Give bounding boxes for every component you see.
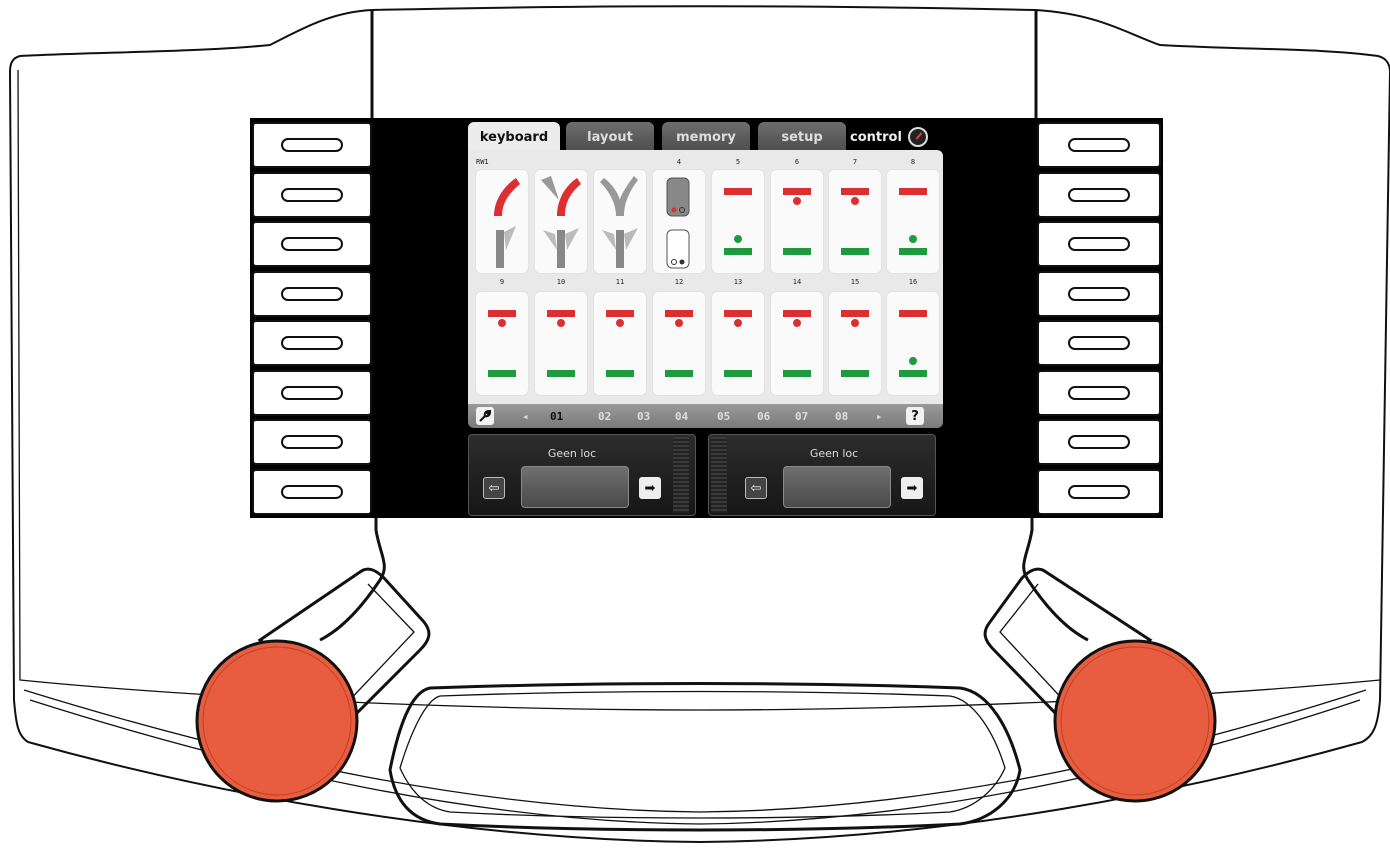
right-side-button-1[interactable] bbox=[1037, 122, 1161, 168]
keyboard-key-signal[interactable] bbox=[829, 170, 881, 273]
loco-speed-bar bbox=[711, 437, 727, 513]
left-side-button-3[interactable] bbox=[252, 221, 372, 267]
keyboard-key-signal[interactable] bbox=[653, 292, 705, 395]
keyboard-key-signal[interactable] bbox=[771, 292, 823, 395]
key-number: 16 bbox=[908, 278, 918, 286]
gauge-icon bbox=[907, 127, 928, 147]
key-number: 4 bbox=[676, 158, 682, 166]
tab-memory[interactable]: memory bbox=[662, 122, 750, 152]
right-side-button-5[interactable] bbox=[1037, 320, 1161, 366]
loco-panel-left: Geen loc ⇦ ➡ bbox=[468, 434, 696, 516]
left-side-button-6[interactable] bbox=[252, 369, 372, 416]
right-side-button-6[interactable] bbox=[1037, 369, 1161, 416]
keyboard-key-turnout-curve[interactable] bbox=[476, 170, 528, 273]
right-side-button-7[interactable] bbox=[1037, 419, 1161, 465]
left-side-button-5[interactable] bbox=[252, 320, 372, 366]
prev-page-button[interactable]: ◂ bbox=[522, 404, 529, 428]
tab-keyboard[interactable]: keyboard bbox=[468, 122, 560, 152]
keyboard-panel: RW1 4 5 6 7 8 9 10 11 12 13 14 15 16 bbox=[468, 150, 943, 404]
keyboard-key-signal[interactable] bbox=[712, 170, 764, 273]
keyboard-key-signal[interactable] bbox=[771, 170, 823, 273]
loco-slot[interactable] bbox=[783, 466, 891, 508]
keyboard-key-signal[interactable] bbox=[887, 292, 939, 395]
left-side-button-1[interactable] bbox=[252, 122, 372, 168]
loco-panel-right: Geen loc ⇦ ➡ bbox=[708, 434, 936, 516]
keyboard-key-turnout-wye-left[interactable] bbox=[535, 170, 587, 273]
key-number: 7 bbox=[852, 158, 858, 166]
keyboard-key-signal[interactable] bbox=[594, 292, 646, 395]
tab-control[interactable]: control bbox=[850, 122, 950, 152]
left-side-button-4[interactable] bbox=[252, 270, 372, 317]
left-side-button-8[interactable] bbox=[252, 468, 372, 515]
left-speed-knob[interactable] bbox=[192, 636, 362, 806]
page-01[interactable]: 01 bbox=[550, 404, 563, 428]
help-button[interactable]: ? bbox=[906, 407, 924, 425]
key-number: 8 bbox=[910, 158, 916, 166]
arrow-left-icon[interactable]: ⇦ bbox=[745, 477, 767, 499]
key-number: 9 bbox=[499, 278, 505, 286]
page-08[interactable]: 08 bbox=[835, 404, 848, 428]
keyboard-key-signal[interactable] bbox=[829, 292, 881, 395]
loco-name: Geen loc bbox=[547, 447, 597, 460]
loco-speed-bar bbox=[673, 437, 689, 513]
arrow-left-icon[interactable]: ⇦ bbox=[483, 477, 505, 499]
key-number: 13 bbox=[733, 278, 743, 286]
page-03[interactable]: 03 bbox=[637, 404, 650, 428]
next-page-button[interactable]: ▸ bbox=[876, 404, 883, 428]
page-06[interactable]: 06 bbox=[757, 404, 770, 428]
keyboard-key-signal[interactable] bbox=[476, 292, 528, 395]
key-number: 12 bbox=[674, 278, 684, 286]
right-side-button-8[interactable] bbox=[1037, 468, 1161, 515]
page-07[interactable]: 07 bbox=[795, 404, 808, 428]
key-number: 10 bbox=[556, 278, 566, 286]
page-05[interactable]: 05 bbox=[717, 404, 730, 428]
left-side-button-7[interactable] bbox=[252, 419, 372, 465]
arrow-right-icon[interactable]: ➡ bbox=[901, 477, 923, 499]
keyboard-key-uncoupler[interactable] bbox=[653, 170, 705, 273]
right-side-button-2[interactable] bbox=[1037, 171, 1161, 218]
right-side-button-3[interactable] bbox=[1037, 221, 1161, 267]
page-04[interactable]: 04 bbox=[675, 404, 688, 428]
tab-layout[interactable]: layout bbox=[566, 122, 654, 152]
page-02[interactable]: 02 bbox=[598, 404, 611, 428]
key-number: 14 bbox=[792, 278, 802, 286]
loco-slot[interactable] bbox=[521, 466, 629, 508]
key-number: 5 bbox=[735, 158, 741, 166]
keyboard-key-signal[interactable] bbox=[535, 292, 587, 395]
wrench-icon[interactable] bbox=[476, 407, 494, 425]
page-navigator: ◂ 01 02 03 04 05 06 07 08 ▸ ? bbox=[468, 404, 943, 428]
key-number: 11 bbox=[615, 278, 625, 286]
tab-setup[interactable]: setup bbox=[758, 122, 846, 152]
key-number: 6 bbox=[794, 158, 800, 166]
key-number: 15 bbox=[850, 278, 860, 286]
key-number: RW1 bbox=[476, 158, 489, 166]
keyboard-key-turnout-wye[interactable] bbox=[594, 170, 646, 273]
right-side-button-4[interactable] bbox=[1037, 270, 1161, 317]
control-label: control bbox=[850, 129, 902, 145]
left-side-button-2[interactable] bbox=[252, 171, 372, 218]
keyboard-key-signal[interactable] bbox=[712, 292, 764, 395]
loco-name: Geen loc bbox=[809, 447, 859, 460]
arrow-right-icon[interactable]: ➡ bbox=[639, 477, 661, 499]
keyboard-key-signal[interactable] bbox=[887, 170, 939, 273]
right-speed-knob[interactable] bbox=[1050, 636, 1220, 806]
touch-screen: keyboard layout memory setup control RW1… bbox=[372, 118, 1034, 518]
